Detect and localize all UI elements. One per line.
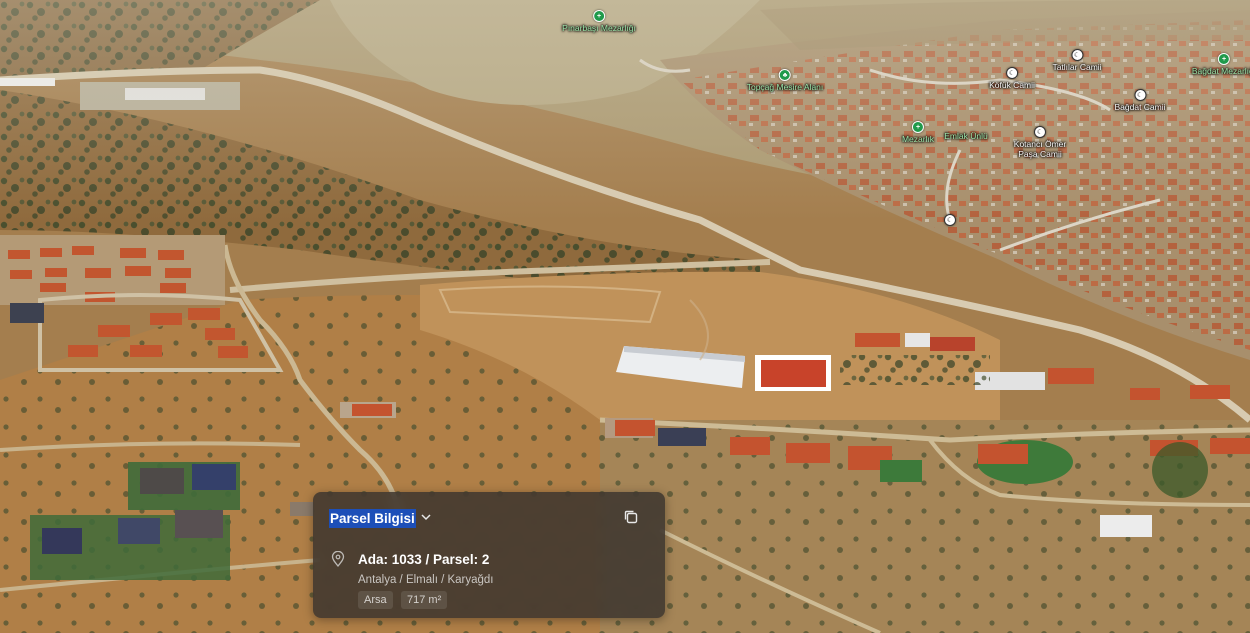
panel-title: Parsel Bilgisi: [329, 509, 416, 528]
parcel-number: Ada: 1033 / Parsel: 2: [358, 552, 490, 567]
mosque-icon: ☾: [1034, 126, 1046, 138]
poi-label: Tatlılar Camii: [1052, 62, 1102, 72]
chevron-down-icon[interactable]: [419, 510, 433, 524]
mosque-icon: ☾: [944, 214, 956, 226]
poi-label: Mezarlık: [901, 134, 935, 144]
poi-bagdat-mosque[interactable]: ☾ Bağdat Camii: [1114, 89, 1166, 112]
poi-topcag-park[interactable]: ♣ Topçağ Mesire Alanı: [746, 69, 824, 92]
poi-label: Pınarbaşı Mezarlığı: [562, 23, 636, 33]
cemetery-icon: +: [1217, 53, 1230, 65]
mosque-icon: ☾: [1071, 49, 1083, 61]
poi-emlak-unlu[interactable]: + Emlak Ünlü: [944, 118, 987, 141]
park-icon: ♣: [778, 69, 791, 81]
land-type-badge: Arsa: [358, 591, 393, 609]
poi-mosque-unlabeled[interactable]: ☾: [944, 214, 956, 226]
poi-mezarlik[interactable]: + Mezarlık: [902, 121, 934, 144]
mosque-icon: ☾: [1134, 89, 1146, 101]
copy-icon[interactable]: [621, 507, 641, 527]
poi-tatlilar-mosque[interactable]: ☾ Tatlılar Camii: [1052, 49, 1102, 72]
poi-kofuk-mosque[interactable]: ☾ Köfük Camii: [989, 67, 1035, 90]
poi-bagdat-cemetery[interactable]: + Bağdat Mezarlığı: [1192, 53, 1250, 76]
poi-label: Bağdat Mezarlığı: [1191, 66, 1250, 76]
area-badge: 717 m²: [401, 591, 448, 609]
poi-pinarbasi-cemetery[interactable]: + Pınarbaşı Mezarlığı: [562, 10, 636, 33]
poi-label: Köfük Camii: [989, 80, 1035, 90]
mosque-icon: ☾: [1005, 67, 1018, 79]
poi-label: Emlak Ünlü: [944, 131, 988, 141]
cemetery-icon: +: [912, 121, 924, 133]
poi-label: Topçağ Mesire Alanı: [746, 82, 824, 92]
poi-label: Bağdat Camii: [1114, 102, 1166, 112]
cemetery-icon: +: [592, 10, 605, 22]
poi-kotanci-omer-pasa-mosque[interactable]: ☾ Kotancı Ömer Paşa Camii: [1010, 126, 1070, 159]
parcel-location: Antalya / Elmalı / Karyağdı: [358, 574, 494, 586]
location-pin-icon: [331, 550, 345, 568]
parcel-info-panel: Parsel Bilgisi Ada: 1033 / Parsel: 2 Ant…: [313, 492, 665, 618]
poi-label: Kotancı Ömer Paşa Camii: [1013, 139, 1067, 159]
